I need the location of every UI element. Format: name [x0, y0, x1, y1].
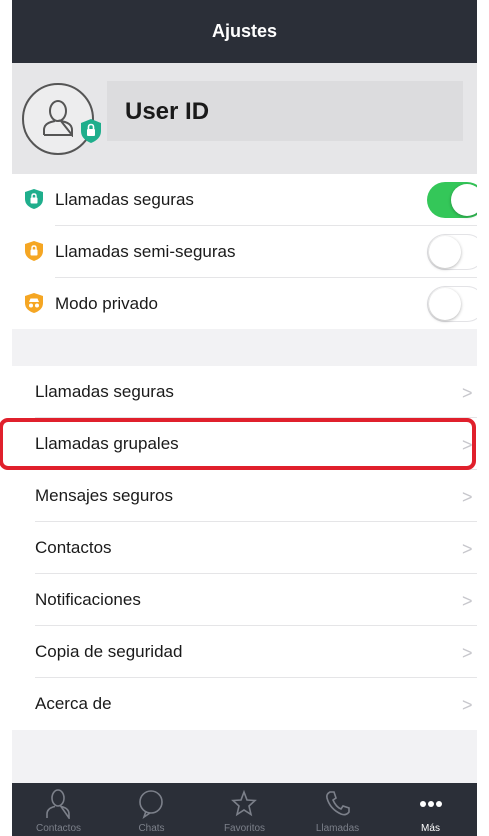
tab-label: Más — [421, 823, 440, 834]
tab-label: Favoritos — [223, 823, 266, 834]
menu-item-label: Copia de seguridad — [35, 642, 183, 661]
tab-chats[interactable]: Chats — [105, 783, 198, 836]
security-toggles: Llamadas seguras Llamadas semi-seguras M… — [12, 174, 477, 329]
user-id-label: User ID — [125, 98, 210, 125]
menu-item-label: Contactos — [35, 538, 112, 557]
switch-knob — [451, 184, 477, 216]
shield-orange-icon — [25, 241, 43, 261]
person-icon — [43, 100, 73, 137]
menu-item-mensajes-seguros[interactable]: Mensajes seguros > — [12, 470, 477, 522]
menu-item-label: Llamadas grupales — [35, 434, 179, 453]
chevron-right-icon: > — [462, 435, 473, 455]
more-dots-icon — [420, 801, 442, 807]
profile-section[interactable]: User ID — [12, 63, 477, 174]
switch-knob — [429, 287, 461, 320]
menu-item-notificaciones[interactable]: Notificaciones > — [12, 574, 477, 626]
phone-icon — [326, 791, 350, 816]
tab-bar: Contactos Chats Favoritos Llamadas Más — [12, 783, 477, 836]
chevron-right-icon: > — [462, 643, 473, 663]
menu-item-label: Acerca de — [35, 694, 112, 713]
person-icon — [46, 789, 70, 819]
chevron-right-icon: > — [462, 539, 473, 559]
menu-item-label: Mensajes seguros — [35, 486, 173, 505]
tab-llamadas[interactable]: Llamadas — [291, 783, 384, 836]
tab-mas[interactable]: Más — [384, 783, 477, 836]
menu-item-llamadas-grupales[interactable]: Llamadas grupales > — [12, 418, 477, 470]
shield-green-icon — [25, 189, 43, 209]
tab-label: Contactos — [35, 823, 82, 834]
chevron-right-icon: > — [462, 383, 473, 403]
tab-contactos[interactable]: Contactos — [12, 783, 105, 836]
menu-item-copia-de-seguridad[interactable]: Copia de seguridad > — [12, 626, 477, 678]
toggle-label: Modo privado — [55, 294, 159, 313]
shield-lock-icon — [81, 119, 101, 143]
toggle-row-modo-privado[interactable]: Modo privado — [12, 278, 477, 330]
settings-menu: Llamadas seguras > Llamadas grupales > M… — [12, 366, 477, 730]
toggle-switch-off[interactable] — [427, 234, 477, 270]
settings-screen: Ajustes User ID Llamadas seguras Llamada… — [12, 0, 477, 836]
chevron-right-icon: > — [462, 487, 473, 507]
chevron-right-icon: > — [462, 695, 473, 715]
menu-item-contactos[interactable]: Contactos > — [12, 522, 477, 574]
chat-bubble-icon — [139, 790, 163, 819]
menu-item-acerca-de[interactable]: Acerca de > — [12, 678, 477, 730]
toggle-switch-off[interactable] — [427, 286, 477, 322]
header-bar: Ajustes — [12, 0, 477, 63]
menu-item-llamadas-seguras[interactable]: Llamadas seguras > — [12, 366, 477, 418]
chevron-right-icon: > — [462, 591, 473, 611]
toggle-label: Llamadas seguras — [55, 190, 194, 209]
tab-favoritos[interactable]: Favoritos — [198, 783, 291, 836]
switch-knob — [429, 235, 461, 268]
page-title: Ajustes — [211, 21, 278, 41]
incognito-orange-icon — [25, 293, 43, 313]
star-icon — [231, 789, 257, 817]
toggle-switch-on[interactable] — [427, 182, 477, 218]
toggle-row-llamadas-semi-seguras[interactable]: Llamadas semi-seguras — [12, 226, 477, 278]
toggle-row-llamadas-seguras[interactable]: Llamadas seguras — [12, 174, 477, 226]
menu-item-label: Notificaciones — [35, 590, 141, 609]
tab-label: Llamadas — [315, 823, 360, 834]
toggle-label: Llamadas semi-seguras — [55, 242, 236, 261]
menu-item-label: Llamadas seguras — [35, 382, 174, 401]
tab-label: Chats — [138, 823, 165, 834]
